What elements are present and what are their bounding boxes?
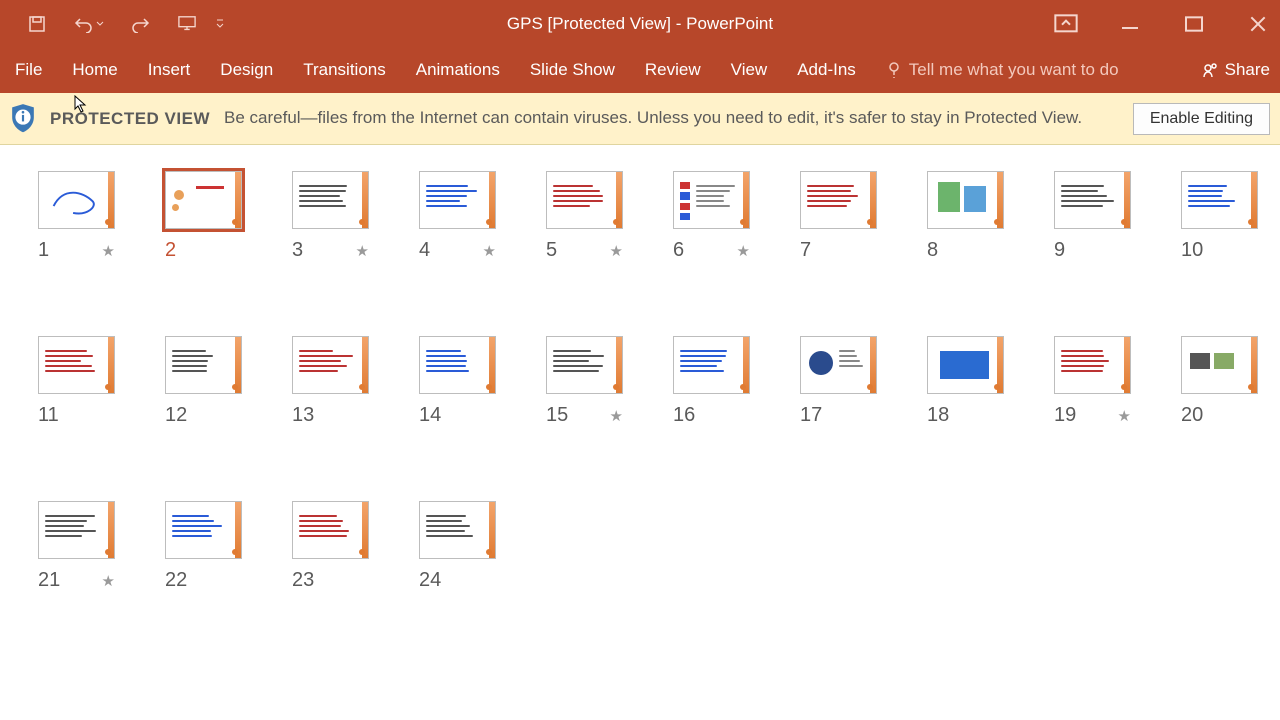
tab-view[interactable]: View: [716, 47, 783, 93]
maximize-icon[interactable]: [1182, 12, 1206, 36]
transition-star-icon: ★: [356, 242, 369, 260]
slide-thumbnail[interactable]: 24: [419, 501, 496, 592]
slide-number: 23: [292, 569, 314, 592]
slide-thumbnail[interactable]: 22: [165, 501, 242, 592]
transition-star-icon: ★: [1118, 407, 1131, 425]
protected-view-bar: PROTECTED VIEW Be careful—files from the…: [0, 93, 1280, 145]
tab-file[interactable]: File: [0, 47, 57, 93]
transition-star-icon: ★: [737, 242, 750, 260]
transition-star-icon: ★: [102, 242, 115, 260]
slide-thumbnail[interactable]: 10: [1181, 171, 1258, 262]
slide-number: 14: [419, 404, 441, 427]
transition-star-icon: ★: [102, 572, 115, 590]
ribbon-display-options-icon[interactable]: [1054, 12, 1078, 36]
slide-thumbnail[interactable]: 20: [1181, 336, 1258, 427]
slide-number: 5: [546, 239, 557, 262]
slide-number: 10: [1181, 239, 1203, 262]
slide-thumbnail[interactable]: 16: [673, 336, 750, 427]
slide-number: 2: [165, 239, 176, 262]
slide-thumbnail[interactable]: 14: [419, 336, 496, 427]
slide-thumbnail[interactable]: 6★: [673, 171, 750, 262]
slide-number: 16: [673, 404, 695, 427]
tab-insert[interactable]: Insert: [133, 47, 206, 93]
slide-number: 22: [165, 569, 187, 592]
slide-sorter[interactable]: 1★23★4★5★6★789101112131415★16171819★2021…: [0, 145, 1280, 592]
slide-thumbnail[interactable]: 19 ★: [1054, 336, 1131, 427]
slide-number: 11: [38, 404, 59, 427]
tab-design[interactable]: Design: [205, 47, 288, 93]
slide-number: 12: [165, 404, 187, 427]
tab-slide-show[interactable]: Slide Show: [515, 47, 630, 93]
slide-thumbnail[interactable]: 12: [165, 336, 242, 427]
slide-number: 8: [927, 239, 938, 262]
quick-access-toolbar: [0, 15, 224, 33]
slide-number: 24: [419, 569, 441, 592]
slide-thumbnail[interactable]: 15 ★: [546, 336, 623, 427]
protected-view-message: Be careful—files from the Internet can c…: [224, 107, 1119, 129]
slide-number: 1: [38, 239, 49, 262]
transition-star-icon: ★: [610, 242, 623, 260]
tab-home[interactable]: Home: [57, 47, 132, 93]
save-icon[interactable]: [28, 15, 46, 33]
slide-number: 18: [927, 404, 949, 427]
transition-star-icon: ★: [483, 242, 496, 260]
undo-icon[interactable]: [74, 15, 92, 33]
slide-thumbnail[interactable]: 11: [38, 336, 115, 427]
slide-number: 6: [673, 239, 684, 262]
slide-thumbnail[interactable]: 1★: [38, 171, 115, 262]
qat-customize-icon[interactable]: [216, 19, 224, 29]
tell-me-placeholder: Tell me what you want to do: [909, 60, 1119, 80]
slide-number: 9: [1054, 239, 1065, 262]
slide-number: 3: [292, 239, 303, 262]
slide-thumbnail[interactable]: 3★: [292, 171, 369, 262]
share-label: Share: [1225, 60, 1270, 80]
shield-info-icon: [10, 104, 36, 134]
ribbon: FileHomeInsertDesignTransitionsAnimation…: [0, 47, 1280, 93]
slide-thumbnail[interactable]: 4★: [419, 171, 496, 262]
tell-me-search[interactable]: Tell me what you want to do: [871, 47, 1185, 93]
slide-number: 13: [292, 404, 314, 427]
title-bar: GPS [Protected View] - PowerPoint: [0, 0, 1280, 47]
slide-number: 7: [800, 239, 811, 262]
minimize-icon[interactable]: [1118, 12, 1142, 36]
tab-transitions[interactable]: Transitions: [288, 47, 401, 93]
slide-thumbnail[interactable]: 9: [1054, 171, 1131, 262]
slide-number: 15: [546, 404, 568, 427]
slide-thumbnail[interactable]: 23: [292, 501, 369, 592]
slide-thumbnail[interactable]: 17: [800, 336, 877, 427]
transition-star-icon: ★: [610, 407, 623, 425]
slide-thumbnail[interactable]: 21 ★: [38, 501, 115, 592]
share-button[interactable]: Share: [1185, 47, 1280, 93]
undo-dropdown-icon[interactable]: [96, 20, 104, 28]
protected-view-label: PROTECTED VIEW: [50, 109, 210, 129]
enable-editing-button[interactable]: Enable Editing: [1133, 103, 1270, 135]
tab-animations[interactable]: Animations: [401, 47, 515, 93]
slide-thumbnail[interactable]: 13: [292, 336, 369, 427]
slide-thumbnail[interactable]: 5★: [546, 171, 623, 262]
slide-number: 4: [419, 239, 430, 262]
slide-number: 19: [1054, 404, 1076, 427]
tab-add-ins[interactable]: Add-Ins: [782, 47, 871, 93]
slide-number: 17: [800, 404, 822, 427]
slide-number: 20: [1181, 404, 1203, 427]
tab-review[interactable]: Review: [630, 47, 716, 93]
close-icon[interactable]: [1246, 12, 1270, 36]
slide-thumbnail[interactable]: 18: [927, 336, 1004, 427]
slide-thumbnail[interactable]: 8: [927, 171, 1004, 262]
redo-icon[interactable]: [132, 15, 150, 33]
slide-thumbnail[interactable]: 2: [165, 171, 242, 262]
slide-number: 21: [38, 569, 60, 592]
slide-thumbnail[interactable]: 7: [800, 171, 877, 262]
start-from-beginning-icon[interactable]: [178, 15, 196, 33]
window-controls: [1054, 12, 1280, 36]
